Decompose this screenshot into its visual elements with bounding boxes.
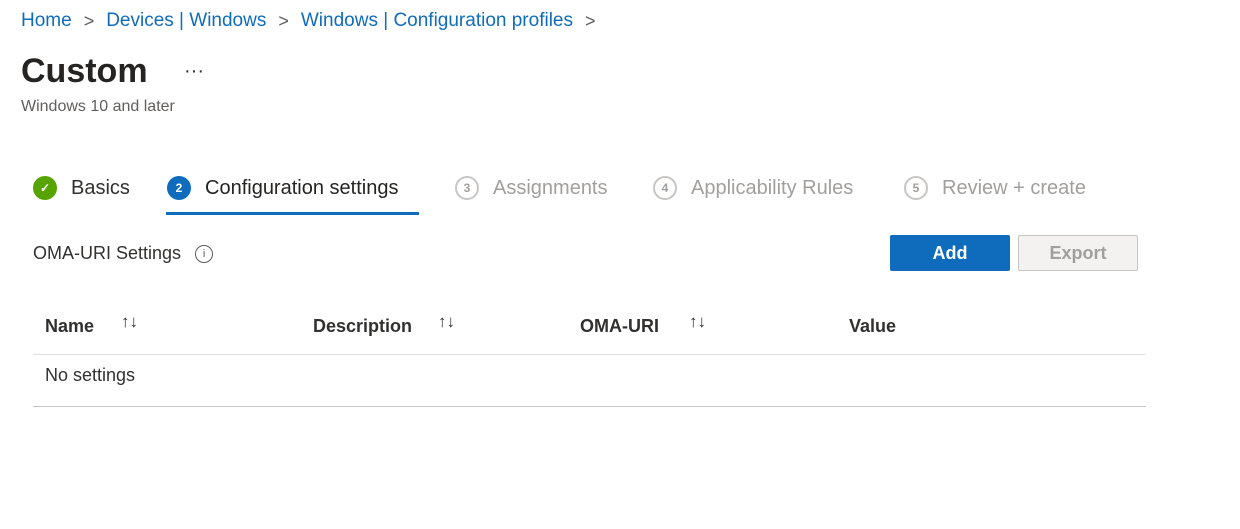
- breadcrumb-home[interactable]: Home: [21, 10, 72, 32]
- checkmark-icon: ✓: [33, 176, 57, 200]
- step-basics[interactable]: ✓ Basics: [33, 176, 130, 200]
- step-label: Assignments: [493, 176, 608, 199]
- step-label: Basics: [71, 176, 130, 199]
- breadcrumb: Home > Devices | Windows > Windows | Confi…: [21, 10, 608, 32]
- chevron-right-icon: >: [585, 10, 596, 31]
- step-number-icon: 2: [167, 176, 191, 200]
- column-header-oma-uri[interactable]: OMA-URI: [580, 316, 659, 337]
- chevron-right-icon: >: [83, 10, 95, 31]
- step-label: Applicability Rules: [691, 176, 854, 199]
- breadcrumb-config-profiles[interactable]: Windows | Configuration profiles: [301, 10, 573, 32]
- step-number-icon: 3: [455, 176, 479, 200]
- breadcrumb-devices-windows[interactable]: Devices | Windows: [106, 10, 266, 32]
- sort-icon[interactable]: ↑↓: [438, 312, 455, 332]
- section-heading: OMA-URI Settings i: [33, 243, 214, 264]
- step-number-icon: 5: [904, 176, 928, 200]
- table-bottom-divider: [33, 406, 1146, 407]
- sort-icon[interactable]: ↑↓: [689, 312, 706, 332]
- chevron-right-icon: >: [278, 10, 289, 31]
- step-label: Configuration settings: [205, 176, 399, 199]
- export-button[interactable]: Export: [1018, 235, 1138, 271]
- step-assignments[interactable]: 3 Assignments: [455, 176, 608, 200]
- section-label: OMA-URI Settings: [33, 243, 182, 263]
- column-header-value: Value: [849, 316, 897, 336]
- add-button[interactable]: Add: [890, 235, 1010, 271]
- step-applicability-rules[interactable]: 4 Applicability Rules: [653, 176, 853, 200]
- header-divider: [33, 354, 1146, 355]
- sort-icon[interactable]: ↑↓: [121, 312, 138, 332]
- column-header-name[interactable]: Name: [45, 316, 94, 337]
- info-icon[interactable]: i: [195, 244, 214, 263]
- page-title: Custom: [21, 52, 148, 90]
- step-label: Review + create: [942, 176, 1086, 199]
- empty-message: No settings: [45, 365, 136, 385]
- more-options-button[interactable]: ···: [184, 60, 204, 83]
- page-subtitle: Windows 10 and later: [21, 98, 175, 115]
- step-review-create[interactable]: 5 Review + create: [904, 176, 1086, 200]
- active-step-indicator: [166, 212, 419, 215]
- column-header-description[interactable]: Description: [313, 316, 412, 337]
- step-number-icon: 4: [653, 176, 677, 200]
- step-configuration-settings[interactable]: 2 Configuration settings: [167, 176, 398, 200]
